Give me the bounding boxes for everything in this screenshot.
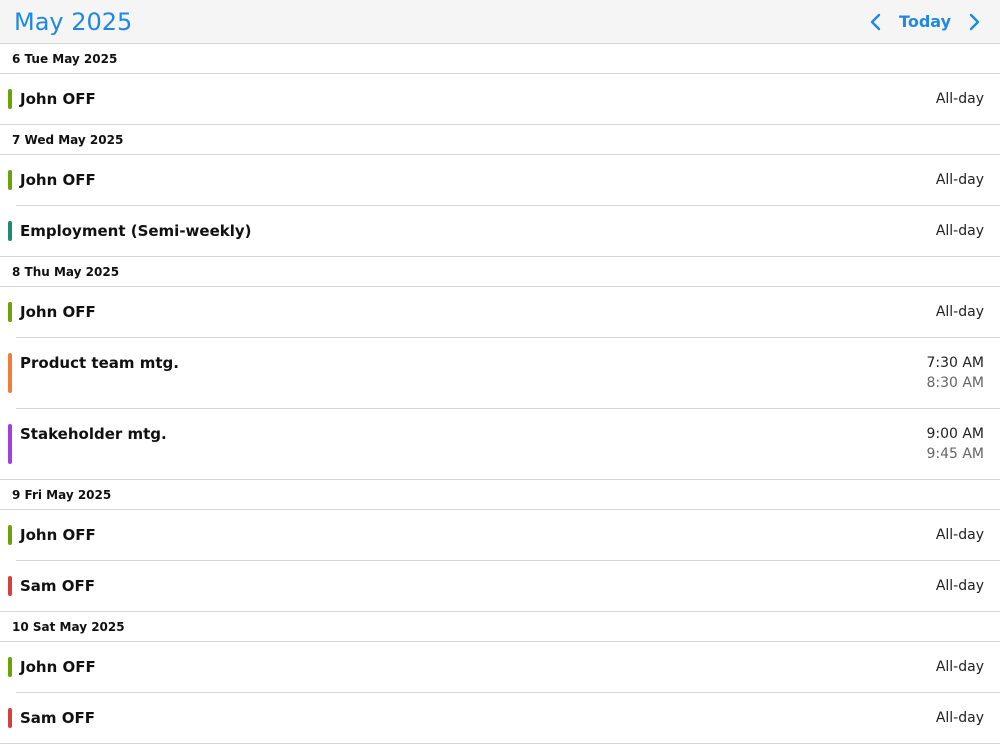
event-title: Sam OFF [20, 577, 96, 595]
month-title: May 2025 [14, 7, 133, 36]
navigation-controls: Today [864, 11, 986, 33]
agenda-list: 6 Tue May 2025 John OFF All-day 7 Wed Ma… [0, 44, 1000, 744]
event-end-time: 8:30 AM [926, 375, 984, 391]
event-title: Sam OFF [20, 709, 96, 727]
event-start-time: 7:30 AM [926, 355, 984, 371]
event-item[interactable]: John OFF All-day [0, 74, 1000, 125]
day-header: 8 Thu May 2025 [0, 257, 1000, 287]
day-header: 10 Sat May 2025 [0, 612, 1000, 642]
divider [0, 124, 1000, 125]
event-title: John OFF [20, 658, 96, 676]
event-time: All-day [935, 91, 984, 107]
event-color-bar [8, 424, 12, 464]
event-title: Employment (Semi-weekly) [20, 222, 252, 240]
day-header: 9 Fri May 2025 [0, 480, 1000, 510]
event-color-bar [8, 576, 12, 596]
chevron-right-icon[interactable] [964, 11, 986, 33]
event-title: John OFF [20, 526, 96, 544]
event-time: All-day [935, 172, 984, 188]
event-title: Product team mtg. [20, 354, 179, 372]
event-color-bar [8, 708, 12, 728]
event-color-bar [8, 221, 12, 241]
event-item[interactable]: Sam OFF All-day [0, 561, 1000, 612]
event-end-time: 9:45 AM [926, 446, 984, 462]
event-time: All-day [935, 223, 984, 239]
chevron-left-icon[interactable] [864, 11, 886, 33]
day-header: 7 Wed May 2025 [0, 125, 1000, 155]
event-item[interactable]: Sam OFF All-day [0, 693, 1000, 744]
day-header: 6 Tue May 2025 [0, 44, 1000, 74]
event-color-bar [8, 353, 12, 393]
event-start-time: 9:00 AM [926, 426, 984, 442]
event-color-bar [8, 657, 12, 677]
calendar-header: May 2025 Today [0, 0, 1000, 44]
event-time: All-day [935, 659, 984, 675]
event-item[interactable]: Stakeholder mtg. 9:00 AM 9:45 AM [0, 409, 1000, 480]
today-button[interactable]: Today [899, 12, 951, 31]
divider [0, 479, 1000, 480]
divider [0, 611, 1000, 612]
event-title: John OFF [20, 90, 96, 108]
event-item[interactable]: John OFF All-day [0, 642, 1000, 693]
event-time: All-day [935, 304, 984, 320]
event-title: John OFF [20, 171, 96, 189]
event-time: All-day [935, 710, 984, 726]
event-color-bar [8, 170, 12, 190]
event-time: All-day [935, 578, 984, 594]
event-title: Stakeholder mtg. [20, 425, 167, 443]
event-title: John OFF [20, 303, 96, 321]
event-item[interactable]: John OFF All-day [0, 510, 1000, 561]
event-color-bar [8, 525, 12, 545]
divider [0, 256, 1000, 257]
event-color-bar [8, 89, 12, 109]
event-item[interactable]: John OFF All-day [0, 155, 1000, 206]
event-item[interactable]: John OFF All-day [0, 287, 1000, 338]
event-color-bar [8, 302, 12, 322]
event-item[interactable]: Product team mtg. 7:30 AM 8:30 AM [0, 338, 1000, 409]
event-time: All-day [935, 527, 984, 543]
divider [0, 743, 1000, 744]
event-item[interactable]: Employment (Semi-weekly) All-day [0, 206, 1000, 257]
